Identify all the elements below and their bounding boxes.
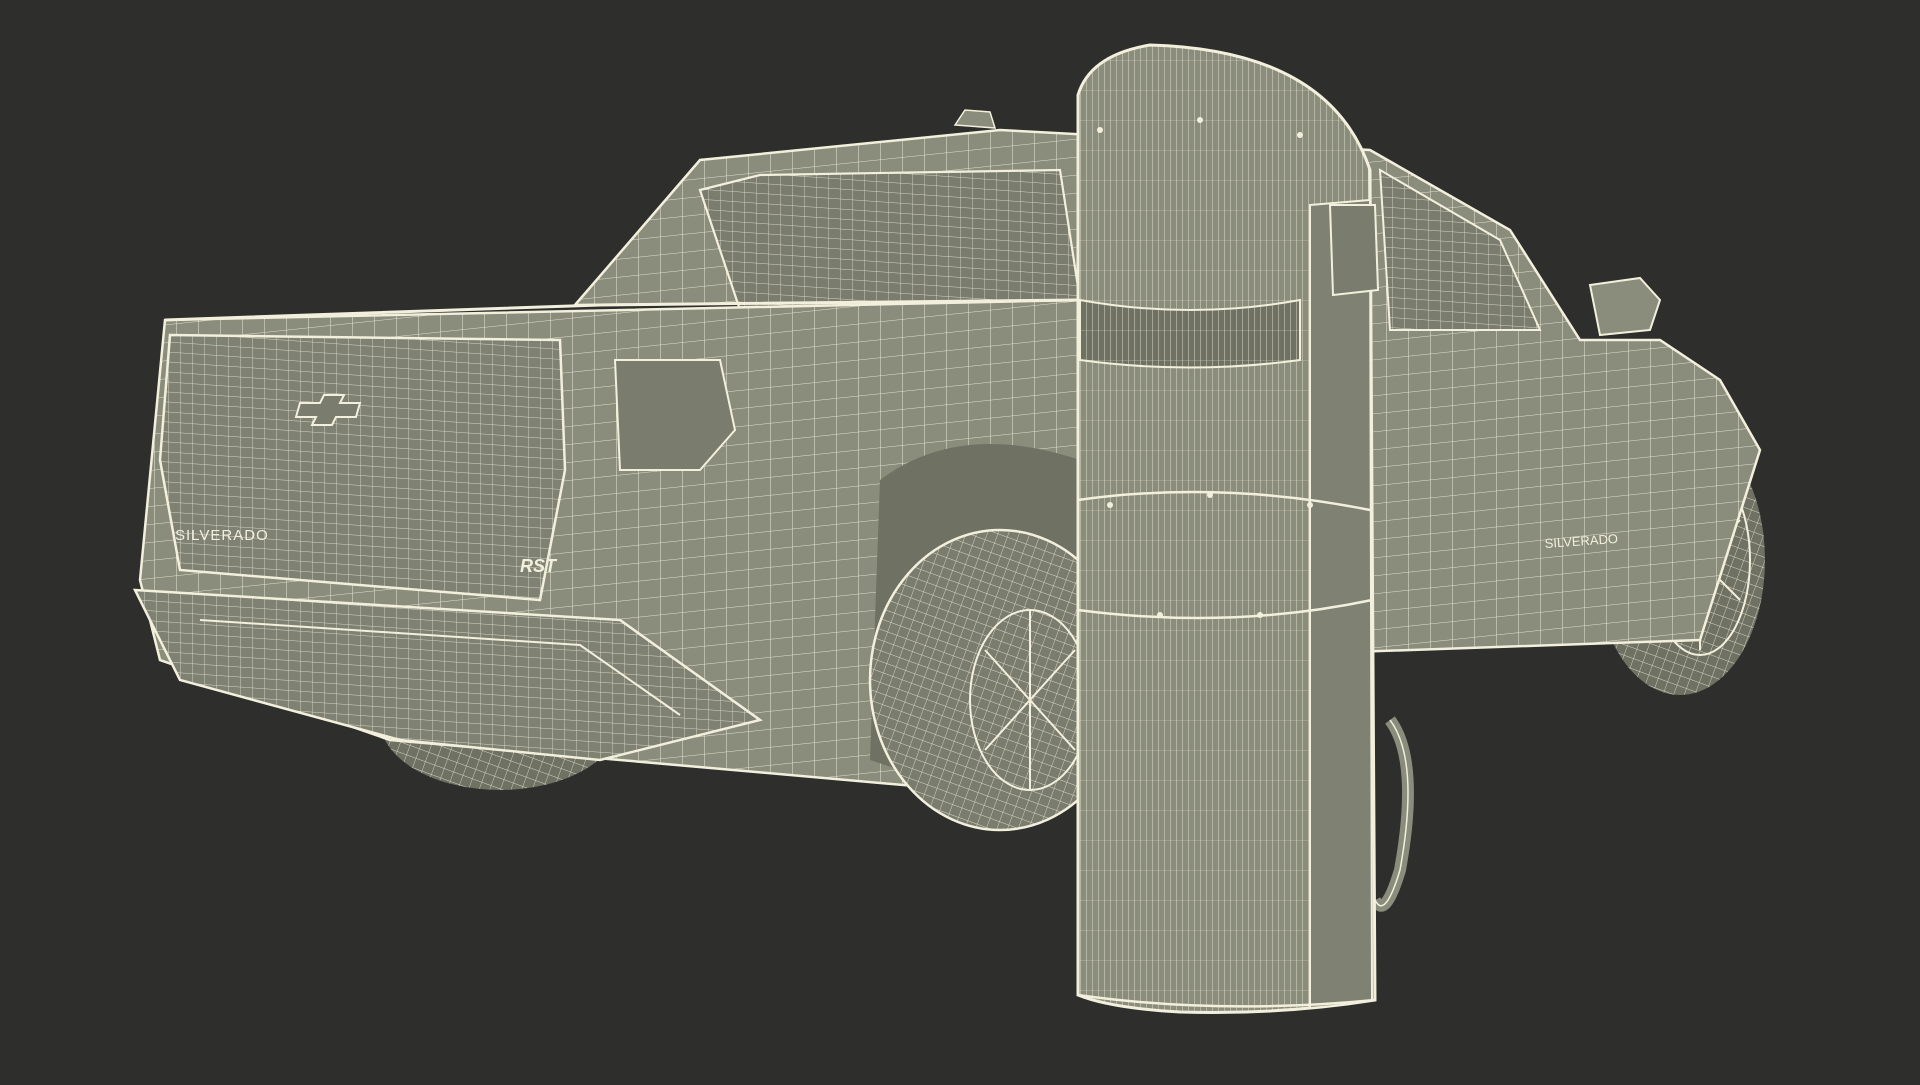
charger-vent bbox=[1079, 298, 1301, 369]
connector-holster bbox=[1328, 204, 1380, 297]
tailgate-badge: SILVERADO bbox=[175, 527, 269, 544]
side-mirror bbox=[1588, 276, 1662, 337]
trim-badge: RST bbox=[520, 556, 558, 576]
ev-charger-pillar bbox=[1076, 43, 1414, 1014]
roof-antenna bbox=[953, 109, 997, 129]
charger-side-panel bbox=[1309, 198, 1374, 1010]
render-viewport: SILVERADO SILVERADO RST bbox=[0, 0, 1920, 1080]
pickup-truck: SILVERADO SILVERADO RST bbox=[132, 109, 1765, 832]
wireframe-render: SILVERADO SILVERADO RST bbox=[132, 43, 1765, 1014]
